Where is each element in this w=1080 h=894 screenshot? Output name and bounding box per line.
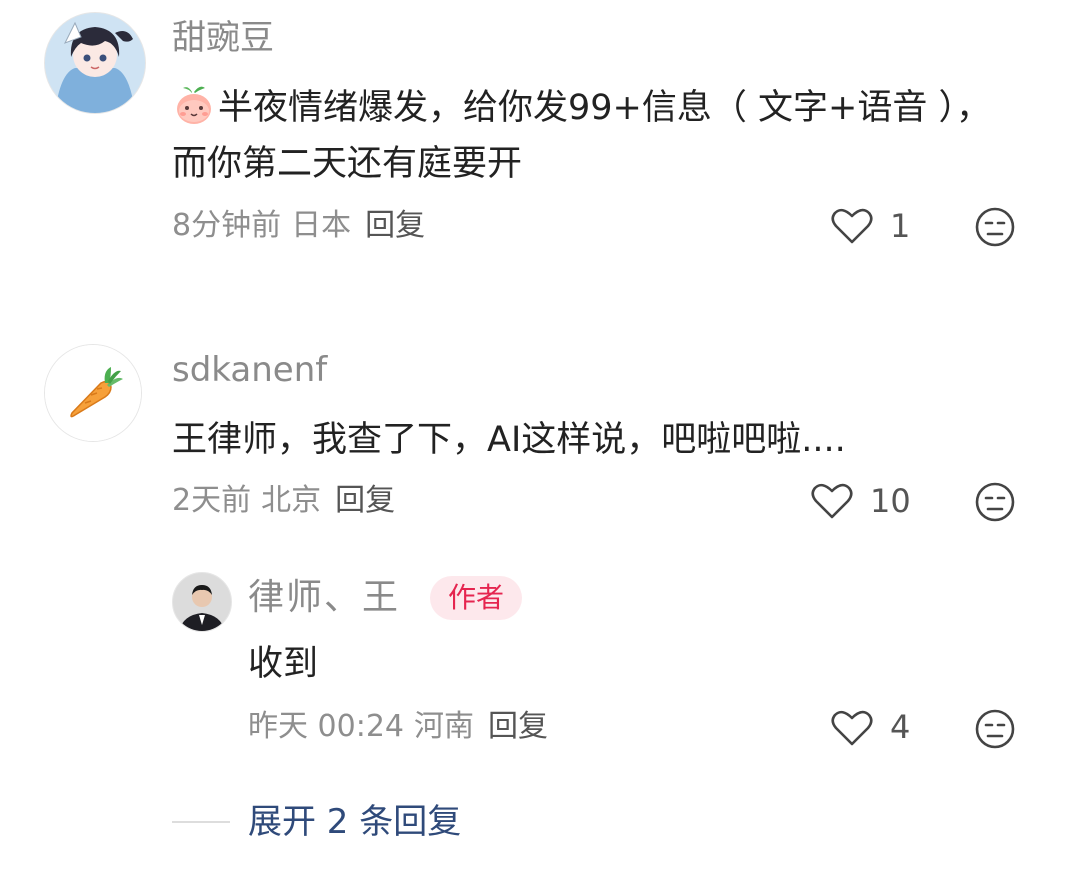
reply-meta: 昨天 00:24 河南 回复 [248,709,548,745]
like-heart-icon[interactable] [830,206,874,246]
author-badge: 作者 [430,576,523,620]
like-heart-icon[interactable] [830,708,874,748]
expand-replies-link[interactable]: 展开 2 条回复 [248,802,461,842]
comment-text: 王律师，我查了下，AI这样说，吧啦吧啦.... [172,420,846,460]
person-photo-avatar [173,573,231,631]
reply-button[interactable]: 回复 [365,208,425,243]
comment-meta: 8分钟前 日本 回复 [172,208,425,244]
carrot-icon [45,345,141,441]
comment-text-body: 半夜情绪爆发，给你发99+信息（ 文字+语音 ），而你第二天还有庭要开 [172,88,991,184]
comment-username[interactable]: sdkanenf [172,350,327,390]
dislike-face-icon[interactable] [974,708,1016,750]
like-count: 1 [890,207,911,245]
reply-location: 河南 [414,709,474,744]
comment-meta: 2天前 北京 回复 [172,483,395,519]
reply-button[interactable]: 回复 [488,709,548,744]
reply-time: 昨天 00:24 [248,709,404,744]
like-heart-icon[interactable] [810,481,854,521]
comment-text: 半夜情绪爆发，给你发99+信息（ 文字+语音 ），而你第二天还有庭要开 [172,80,1002,192]
peach-face-icon [172,83,216,127]
dislike-face-icon[interactable] [974,481,1016,523]
like-count: 4 [890,708,911,746]
avatar[interactable] [44,12,146,114]
comment-time: 2天前 [172,483,252,518]
comment-time: 8分钟前 [172,208,282,243]
avatar[interactable] [44,344,142,442]
comment-location: 北京 [261,483,322,518]
comment-username[interactable]: 甜豌豆 [172,18,274,58]
like-count: 10 [870,482,911,520]
comment-location: 日本 [291,208,352,243]
reply-username[interactable]: 律师、王 [248,578,400,618]
expand-divider [172,821,230,823]
reply-button[interactable]: 回复 [335,483,395,518]
reply-text: 收到 [248,644,319,684]
avatar[interactable] [172,572,232,632]
dislike-face-icon[interactable] [974,206,1016,248]
anime-avatar-image [45,13,145,113]
